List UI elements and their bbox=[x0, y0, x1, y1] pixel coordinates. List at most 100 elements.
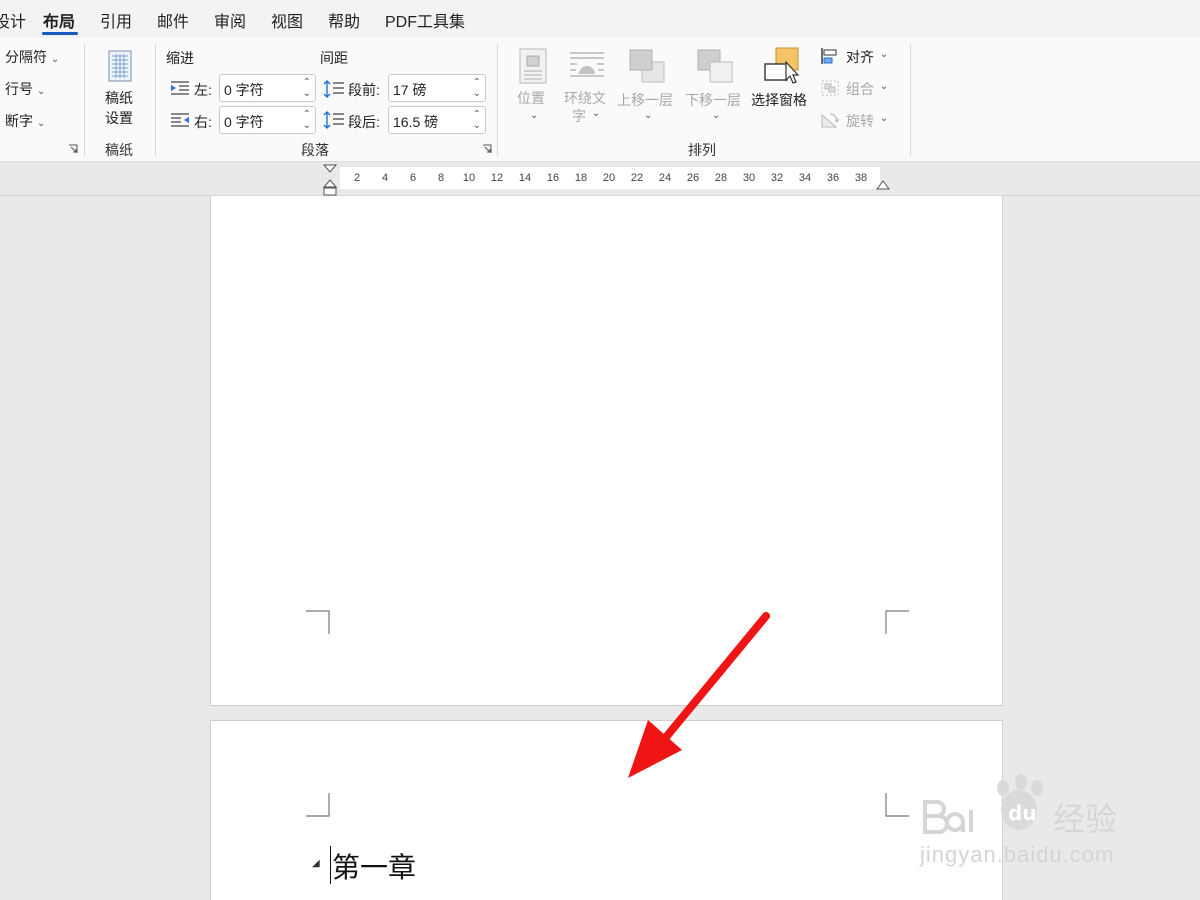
breaks-button[interactable]: 分隔符 ⌄ bbox=[5, 47, 59, 67]
align-label: 对齐 bbox=[846, 49, 874, 65]
ruler-tick: 32 bbox=[770, 172, 784, 184]
paragraph-group-label: 段落 bbox=[301, 142, 329, 158]
ruler-tick: 30 bbox=[742, 172, 756, 184]
indent-right-input[interactable]: 0 字符 ⌃ ⌄ bbox=[219, 106, 316, 134]
dialog-launcher-icon[interactable] bbox=[68, 144, 78, 154]
spacing-before-input[interactable]: 17 磅 ⌃ ⌄ bbox=[388, 74, 486, 102]
align-icon bbox=[821, 48, 837, 64]
group-objects-icon bbox=[821, 80, 839, 96]
chevron-down-icon: ⌄ bbox=[880, 113, 889, 124]
line-numbers-button[interactable]: 行号 ⌄ bbox=[5, 79, 45, 99]
rotate-button[interactable]: 旋转 ⌄ bbox=[820, 110, 894, 132]
indent-right-value: 0 字符 bbox=[224, 114, 264, 130]
indent-left-icon bbox=[171, 81, 189, 95]
group-separator bbox=[497, 44, 498, 156]
ruler-tick: 24 bbox=[658, 172, 672, 184]
spacing-header: 间距 bbox=[320, 50, 348, 66]
tab-layout[interactable]: 布局 bbox=[43, 8, 75, 32]
manuscript-settings-button[interactable]: 稿纸 设置 bbox=[96, 48, 144, 128]
spacing-before-value: 17 磅 bbox=[393, 82, 427, 98]
spacing-after-label: 段后: bbox=[348, 114, 380, 130]
indent-header: 缩进 bbox=[166, 50, 194, 66]
horizontal-ruler[interactable]: 2 4 6 8 10 12 14 16 18 20 22 24 26 28 30… bbox=[340, 167, 880, 189]
hyphenation-button[interactable]: 断字 ⌄ bbox=[5, 111, 45, 131]
line-numbers-label: 行号 bbox=[5, 81, 33, 97]
ruler-tick: 28 bbox=[714, 172, 728, 184]
bring-forward-button[interactable]: 上移一层 ⌄ bbox=[616, 46, 680, 126]
ruler-tick: 34 bbox=[798, 172, 812, 184]
group-separator bbox=[155, 44, 156, 156]
ruler-tick: 4 bbox=[381, 172, 389, 184]
chapter-heading[interactable]: 第一章 bbox=[332, 846, 416, 886]
chevron-down-icon: ⌄ bbox=[36, 86, 46, 97]
wrap-text-button[interactable]: 环绕文 字 ⌄ bbox=[560, 46, 614, 126]
spacing-after-value: 16.5 磅 bbox=[393, 114, 439, 130]
collapse-heading-icon[interactable]: ◢ bbox=[312, 858, 320, 869]
spinner-arrows-icon[interactable]: ⌃ ⌄ bbox=[303, 109, 311, 131]
right-indent-marker-icon[interactable] bbox=[875, 179, 891, 191]
tab-help[interactable]: 帮助 bbox=[328, 8, 360, 32]
indent-right-label: 右: bbox=[194, 114, 212, 130]
manuscript-group-label: 稿纸 bbox=[105, 142, 133, 158]
wrap-text-label-line1: 环绕文 bbox=[564, 90, 606, 106]
tab-references[interactable]: 引用 bbox=[100, 8, 132, 32]
spinner-arrows-icon[interactable]: ⌃ ⌄ bbox=[303, 77, 311, 99]
position-icon bbox=[519, 48, 547, 84]
spacing-after-input[interactable]: 16.5 磅 ⌃ ⌄ bbox=[388, 106, 486, 134]
document-page-1[interactable] bbox=[210, 196, 1003, 706]
manuscript-paper-icon bbox=[108, 50, 132, 82]
selection-pane-icon bbox=[764, 47, 800, 84]
breaks-label: 分隔符 bbox=[5, 49, 47, 65]
group-separator bbox=[84, 44, 85, 156]
ruler-tick: 20 bbox=[602, 172, 616, 184]
group-label: 组合 bbox=[846, 81, 874, 97]
margin-corner-mark bbox=[306, 610, 330, 634]
align-button[interactable]: 对齐 ⌄ bbox=[820, 46, 894, 68]
manuscript-label-line2: 设置 bbox=[105, 110, 133, 126]
spinner-arrows-icon[interactable]: ⌃ ⌄ bbox=[473, 109, 481, 131]
chevron-down-icon: ⌄ bbox=[644, 110, 653, 121]
dialog-launcher-icon[interactable] bbox=[482, 144, 492, 154]
chevron-down-icon: ⌄ bbox=[50, 54, 60, 65]
group-separator bbox=[910, 44, 911, 156]
spinner-arrows-icon[interactable]: ⌃ ⌄ bbox=[473, 77, 481, 99]
ribbon-tab-bar: 设计 布局 引用 邮件 审阅 视图 帮助 PDF工具集 bbox=[0, 0, 1200, 38]
hyphenation-label: 断字 bbox=[5, 113, 33, 129]
chevron-down-icon: ⌄ bbox=[530, 110, 539, 121]
bring-forward-icon bbox=[629, 49, 665, 83]
indent-left-input[interactable]: 0 字符 ⌃ ⌄ bbox=[219, 74, 316, 102]
ruler-tick: 6 bbox=[409, 172, 417, 184]
tab-review[interactable]: 审阅 bbox=[214, 8, 246, 32]
ruler-tick: 8 bbox=[437, 172, 445, 184]
ruler-tick: 18 bbox=[574, 172, 588, 184]
indent-marker-icon[interactable] bbox=[322, 163, 338, 197]
baidu-jingyan-watermark: du 经验 jingyan.baidu.com bbox=[915, 770, 1155, 880]
tab-pdf-tools[interactable]: PDF工具集 bbox=[385, 8, 465, 32]
ribbon: 分隔符 ⌄ 行号 ⌄ 断字 ⌄ 稿纸 设置 稿纸 缩进 间距 左: 0 字符 ⌃… bbox=[0, 38, 1200, 162]
spacing-after-icon bbox=[323, 111, 344, 129]
chevron-down-icon: ⌄ bbox=[880, 81, 889, 92]
tab-mailings[interactable]: 邮件 bbox=[157, 8, 189, 32]
indent-left-value: 0 字符 bbox=[224, 82, 264, 98]
bring-forward-label: 上移一层 bbox=[617, 92, 673, 108]
ruler-tick: 16 bbox=[546, 172, 560, 184]
send-backward-button[interactable]: 下移一层 ⌄ bbox=[684, 46, 748, 126]
ruler-tick: 36 bbox=[826, 172, 840, 184]
spacing-before-label: 段前: bbox=[348, 82, 380, 98]
chevron-down-icon: ⌄ bbox=[880, 49, 889, 60]
position-button[interactable]: 位置 ⌄ bbox=[510, 46, 556, 126]
text-cursor bbox=[330, 846, 331, 884]
active-tab-indicator bbox=[42, 32, 78, 35]
tab-design[interactable]: 设计 bbox=[0, 8, 26, 32]
ruler-tick: 10 bbox=[462, 172, 476, 184]
document-page-2[interactable] bbox=[210, 720, 1003, 900]
baidu-logo-icon: du 经验 bbox=[923, 774, 1117, 838]
group-button[interactable]: 组合 ⌄ bbox=[820, 78, 894, 100]
tab-view[interactable]: 视图 bbox=[271, 8, 303, 32]
spacing-before-icon bbox=[323, 80, 344, 98]
selection-pane-button[interactable]: 选择窗格 bbox=[750, 46, 814, 126]
wrap-text-label-line2: 字 bbox=[572, 108, 586, 124]
chevron-down-icon: ⌄ bbox=[712, 110, 721, 121]
send-backward-label: 下移一层 bbox=[685, 92, 741, 108]
ruler-tick: 26 bbox=[686, 172, 700, 184]
